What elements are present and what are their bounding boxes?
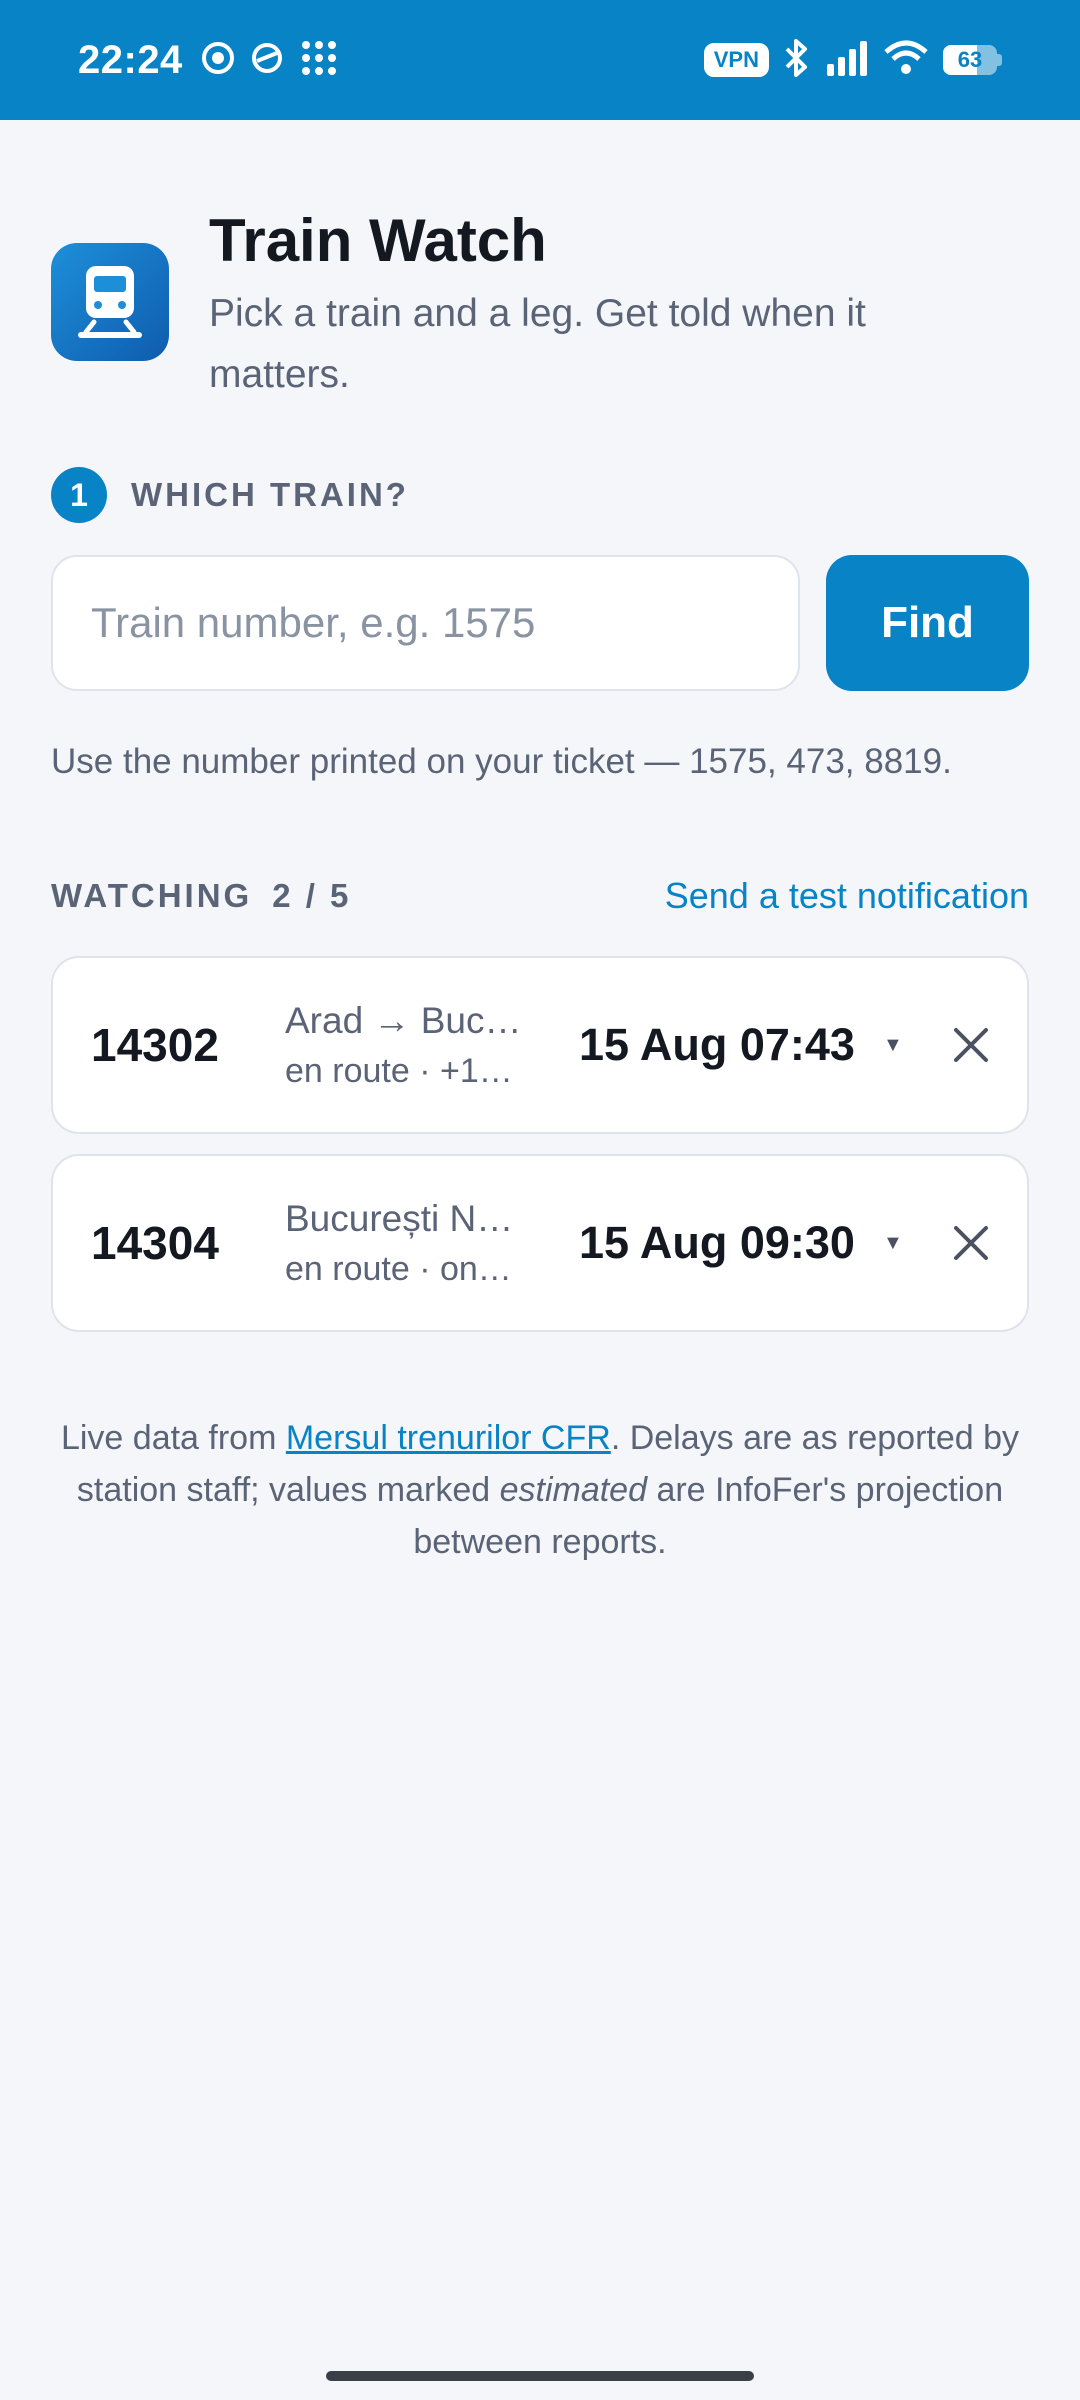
close-icon[interactable] (941, 1213, 1001, 1273)
cfr-source-link[interactable]: Mersul trenurilor CFR (286, 1419, 611, 1457)
train-route: București N… (285, 1197, 514, 1239)
bluetooth-icon (783, 38, 811, 83)
watching-header: WATCHING 2 / 5 Send a test notification (51, 875, 1029, 917)
app-header: Train Watch Pick a train and a leg. Get … (51, 205, 999, 405)
signal-icon (825, 40, 869, 81)
chrome-icon (201, 41, 235, 80)
train-number-input[interactable] (51, 555, 800, 691)
footer-emphasis: estimated (499, 1471, 647, 1509)
watch-card[interactable]: 14302 Arad → Buc… en route · +1… 15 Aug … (51, 956, 1029, 1134)
watching-count: 2 / 5 (272, 877, 352, 914)
step-header: 1 WHICH TRAIN? (51, 467, 409, 523)
battery-icon: 63 (943, 45, 1002, 75)
vpn-icon: VPN (703, 43, 769, 77)
train-status: en route · +1… (285, 1051, 513, 1090)
data-source-footer: Live data from Mersul trenurilor CFR. De… (51, 1412, 1029, 1568)
train-number: 14304 (91, 1217, 219, 1269)
chevron-down-icon[interactable]: ▼ (883, 1232, 903, 1255)
departure-time[interactable]: 15 Aug 07:43 (579, 1019, 855, 1071)
departure-time[interactable]: 15 Aug 09:30 (579, 1217, 855, 1269)
train-number: 14302 (91, 1019, 219, 1071)
page-title: Train Watch (209, 207, 547, 274)
step-number-badge: 1 (51, 467, 107, 523)
watch-card[interactable]: 14304 București N… en route · on… 15 Aug… (51, 1154, 1029, 1332)
page-subtitle: Pick a train and a leg. Get told when it… (209, 292, 866, 396)
search-hint: Use the number printed on your ticket — … (51, 742, 952, 781)
apps-grid-icon (299, 38, 339, 83)
train-icon (51, 243, 169, 361)
home-indicator[interactable] (326, 2371, 754, 2381)
watching-label: WATCHING (51, 877, 253, 914)
train-search-row: Find (51, 555, 1029, 691)
battery-level: 63 (957, 47, 983, 72)
sync-icon (249, 41, 285, 80)
status-time: 22:24 (78, 37, 183, 82)
train-route: Arad → Buc… (285, 999, 522, 1041)
wifi-icon (883, 40, 929, 81)
status-bar: 22:24 VPN 63 (0, 0, 1080, 120)
close-icon[interactable] (941, 1015, 1001, 1075)
find-button[interactable]: Find (826, 555, 1029, 691)
train-status: en route · on… (285, 1249, 512, 1288)
chevron-down-icon[interactable]: ▼ (883, 1034, 903, 1057)
footer-prefix: Live data from (60, 1419, 286, 1457)
send-test-notification-link[interactable]: Send a test notification (665, 875, 1029, 917)
step-label: WHICH TRAIN? (131, 476, 409, 513)
